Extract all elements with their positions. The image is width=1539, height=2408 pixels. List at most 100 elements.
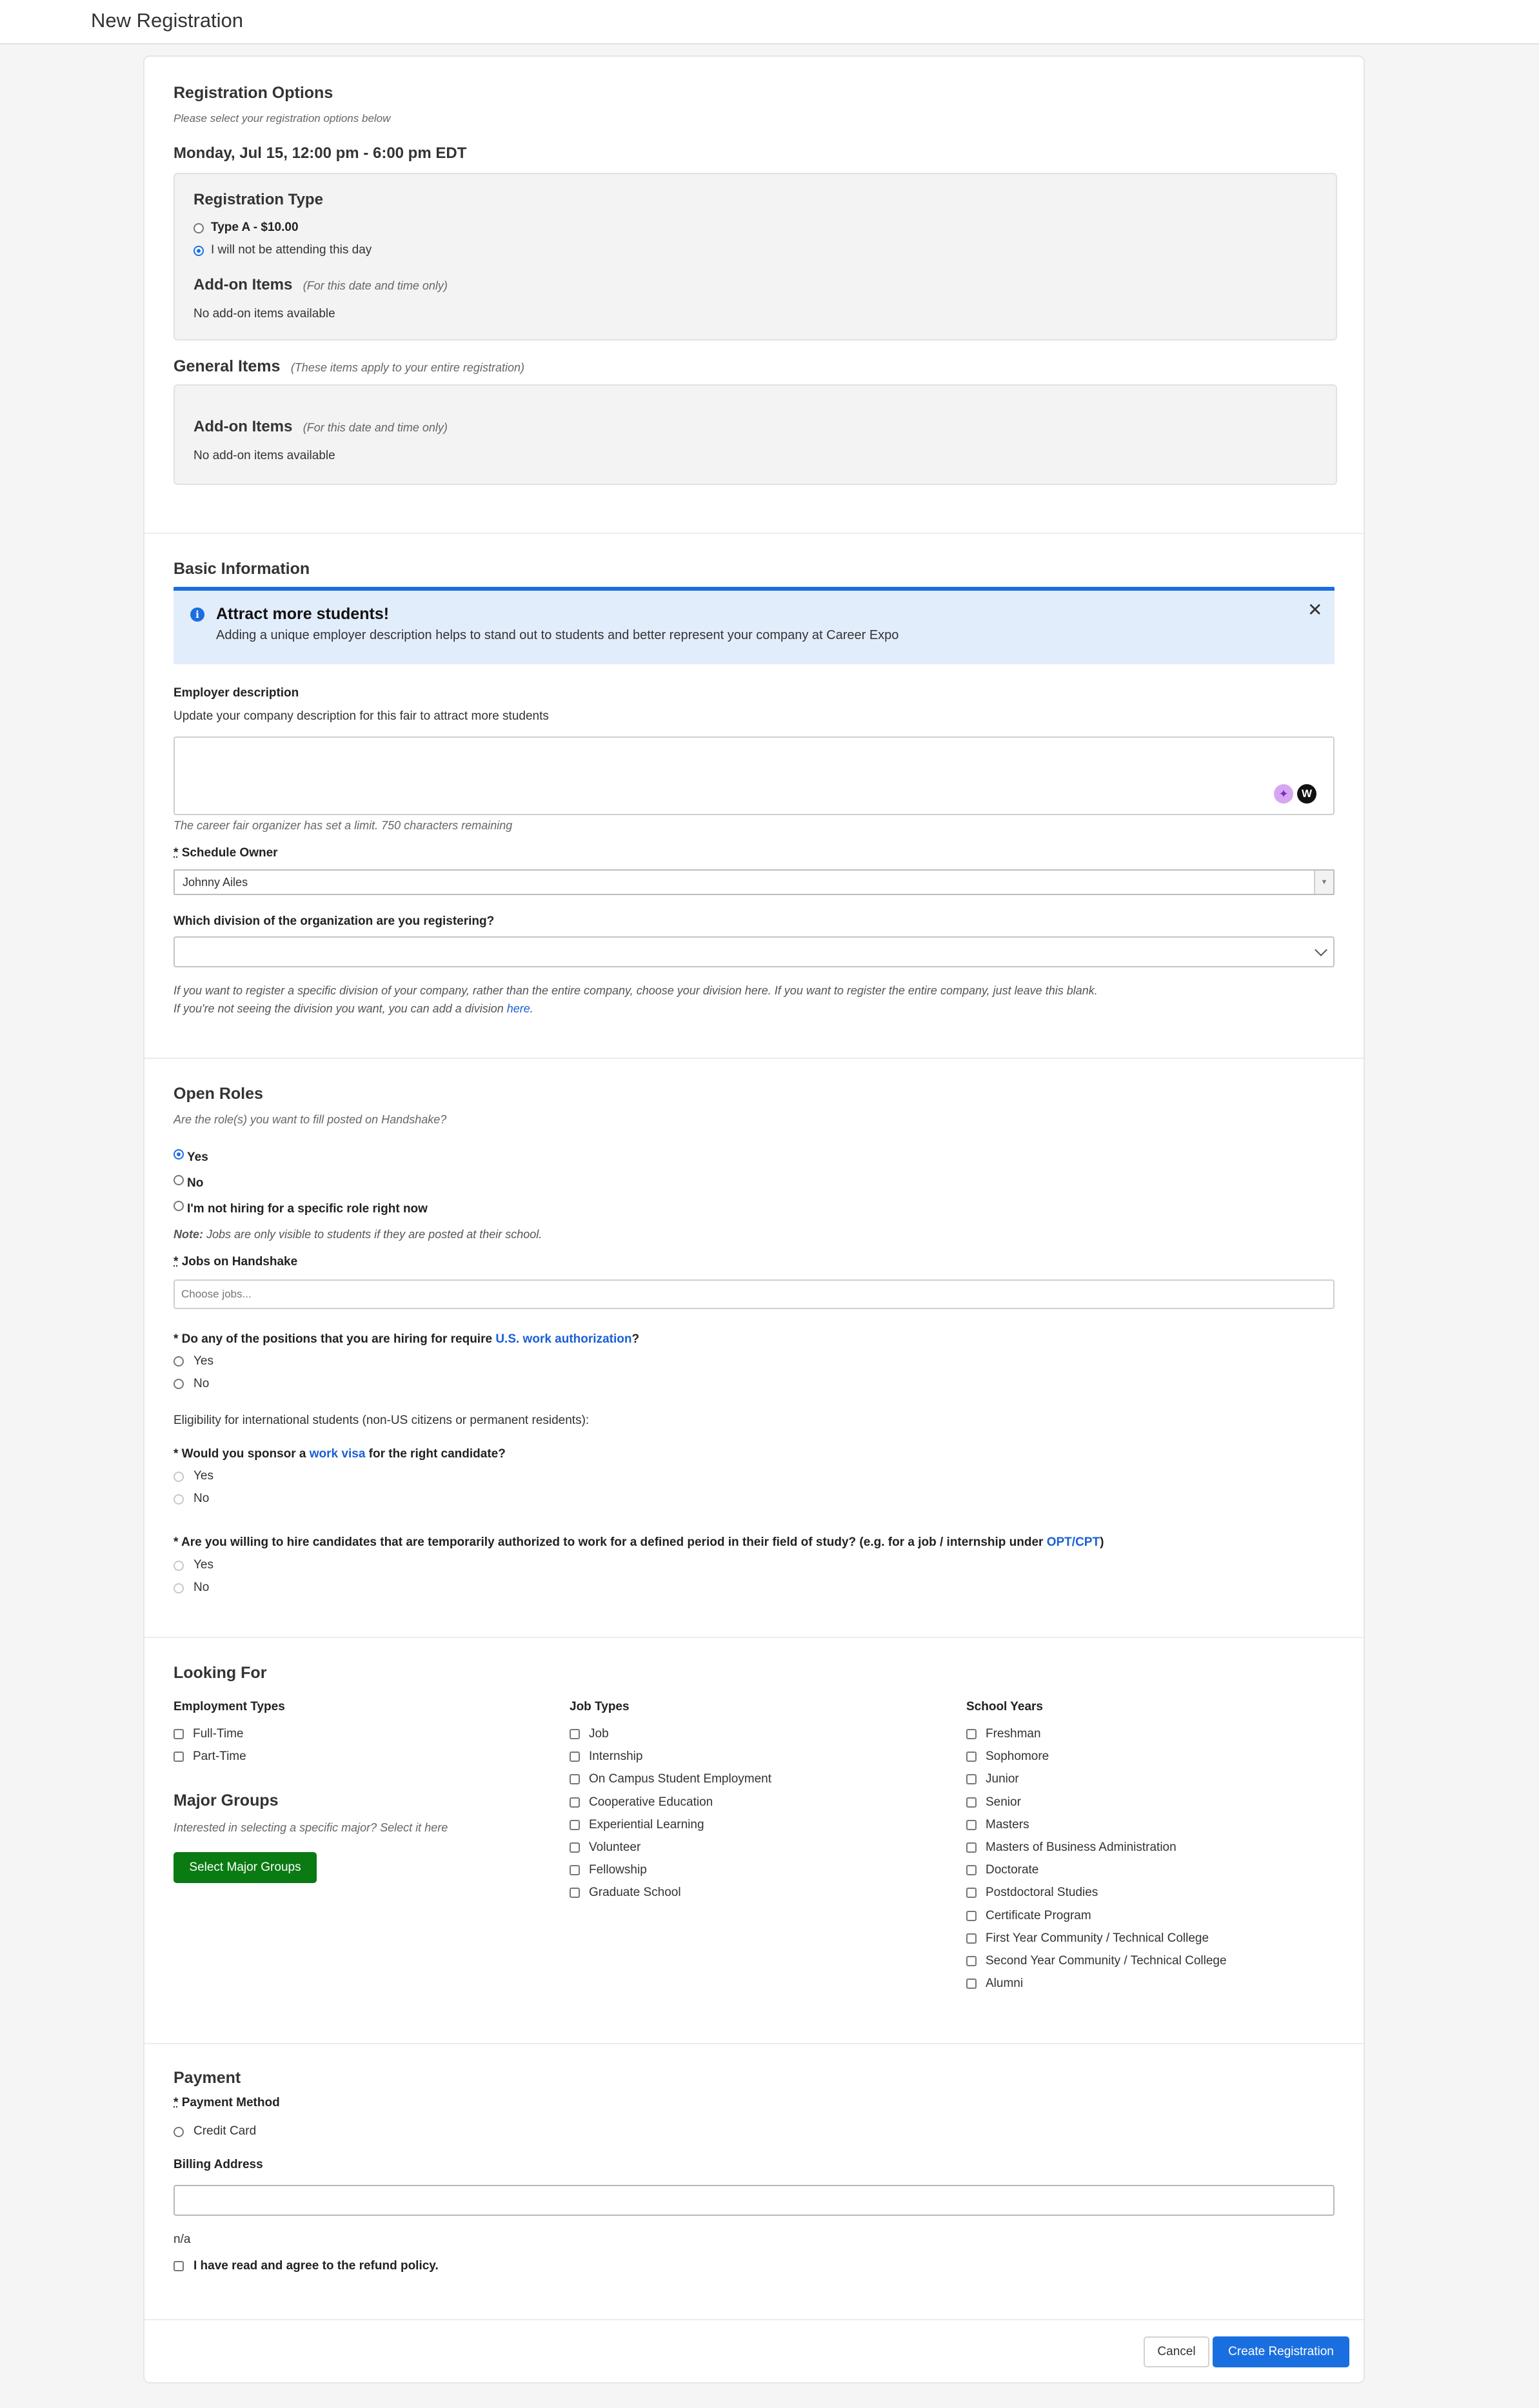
roles-no-radio[interactable] [174,1175,184,1185]
looking-for-title: Looking For [174,1664,267,1682]
credit-card-radio[interactable] [174,2127,184,2137]
school-year-checkbox[interactable] [966,1979,977,1989]
work-auth-no-label[interactable]: No [194,1377,209,1391]
school-year-label[interactable]: Freshman [986,1727,1041,1741]
opt-no-radio[interactable] [174,1583,184,1594]
work-visa-link[interactable]: work visa [310,1447,366,1461]
employment-types-title: Employment Types [174,1700,285,1713]
division-help-2: If you're not seeing the division you wa… [174,1002,533,1016]
ai-sparkle-icon[interactable]: ✦ [1274,784,1293,804]
job-type-checkbox[interactable] [570,1842,580,1853]
visa-no-radio[interactable] [174,1494,184,1505]
billing-address-input[interactable] [174,2185,1335,2216]
add-division-link[interactable]: here [507,1002,530,1015]
general-items-note: (These items apply to your entire regist… [290,361,524,374]
work-auth-link[interactable]: U.S. work authorization [495,1332,631,1346]
job-type-checkbox[interactable] [570,1752,580,1762]
school-year-checkbox[interactable] [966,1865,977,1876]
school-year-checkbox[interactable] [966,1910,977,1921]
visa-question: * Would you sponsor a work visa for the … [174,1447,506,1461]
visa-no-label[interactable]: No [194,1492,209,1506]
roles-not-hiring-label[interactable]: I'm not hiring for a specific role right… [187,1202,428,1216]
job-type-label[interactable]: Fellowship [589,1863,647,1877]
job-type-label[interactable]: Internship [589,1750,642,1764]
school-year-label[interactable]: Postdoctoral Studies [986,1886,1098,1900]
writing-assistant-icon[interactable]: W [1297,784,1316,804]
opt-no-label[interactable]: No [194,1581,209,1595]
roles-no-label[interactable]: No [187,1176,203,1190]
work-auth-yes-radio[interactable] [174,1356,184,1367]
school-year-label[interactable]: Sophomore [986,1750,1049,1764]
school-year-checkbox[interactable] [966,1774,977,1785]
school-year-checkbox[interactable] [966,1752,977,1762]
job-types-title: Job Types [570,1700,630,1713]
employment-type-checkbox[interactable] [174,1752,184,1762]
school-year-label[interactable]: Second Year Community / Technical Colleg… [986,1954,1227,1968]
registration-type-a-label[interactable]: Type A - $10.00 [211,221,299,235]
job-type-checkbox[interactable] [570,1865,580,1876]
opt-suffix: ) [1100,1535,1104,1549]
roles-yes-label[interactable]: Yes [187,1150,208,1165]
not-attending-label[interactable]: I will not be attending this day [211,243,372,257]
school-year-label[interactable]: Masters of Business Administration [986,1841,1177,1855]
registration-type-a-radio[interactable] [194,223,204,233]
registration-type-box: Registration Type Type A - $10.00 I will… [174,173,1337,340]
opt-yes-label[interactable]: Yes [194,1558,213,1572]
roles-yes-radio[interactable] [174,1149,184,1160]
job-type-checkbox[interactable] [570,1888,580,1899]
division-help-1: If you want to register a specific divis… [174,984,1098,997]
roles-not-hiring-radio[interactable] [174,1201,184,1211]
job-type-checkbox[interactable] [570,1819,580,1830]
school-year-checkbox[interactable] [966,1888,977,1899]
school-year-label[interactable]: Alumni [986,1977,1023,1991]
not-attending-radio[interactable] [194,246,204,256]
job-type-label[interactable]: On Campus Student Employment [589,1772,771,1786]
job-type-checkbox[interactable] [570,1797,580,1808]
opt-yes-radio[interactable] [174,1561,184,1571]
job-type-checkbox[interactable] [570,1774,580,1785]
opt-cpt-link[interactable]: OPT/CPT [1047,1535,1100,1549]
employment-type-checkbox[interactable] [174,1729,184,1739]
work-auth-no-radio[interactable] [174,1379,184,1389]
school-year-label[interactable]: Junior [986,1772,1019,1786]
division-select[interactable] [174,936,1335,967]
job-type-label[interactable]: Job [589,1727,609,1741]
job-type-label[interactable]: Cooperative Education [589,1795,713,1810]
school-year-label[interactable]: Certificate Program [986,1909,1091,1923]
school-year-checkbox[interactable] [966,1797,977,1808]
school-year-label[interactable]: Senior [986,1795,1021,1810]
school-years-title: School Years [966,1700,1043,1713]
school-year-checkbox[interactable] [966,1933,977,1944]
visa-yes-radio[interactable] [174,1472,184,1482]
refund-policy-checkbox[interactable] [174,2261,184,2271]
cancel-button[interactable]: Cancel [1144,2336,1209,2367]
job-type-checkbox[interactable] [570,1729,580,1739]
school-year-checkbox[interactable] [966,1819,977,1830]
credit-card-label[interactable]: Credit Card [194,2124,256,2138]
work-auth-yes-label[interactable]: Yes [194,1354,213,1368]
visa-yes-label[interactable]: Yes [194,1469,213,1483]
select-major-groups-button[interactable]: Select Major Groups [174,1852,317,1883]
chevron-down-icon[interactable] [1315,943,1327,956]
refund-policy-label[interactable]: I have read and agree to the refund poli… [194,2259,439,2273]
employer-description-textarea[interactable]: ✦ W [174,736,1335,815]
schedule-owner-label-text: Schedule Owner [181,846,278,860]
employer-description-label: Employer description [174,686,299,700]
employment-type-label[interactable]: Full-Time [193,1727,243,1741]
schedule-owner-select[interactable]: Johnny Ailes ▼ [174,869,1335,895]
school-year-checkbox[interactable] [966,1729,977,1739]
employment-type-label[interactable]: Part-Time [193,1750,246,1764]
jobs-input[interactable] [174,1279,1335,1309]
school-year-label[interactable]: Masters [986,1818,1029,1832]
job-type-label[interactable]: Volunteer [589,1841,640,1855]
create-registration-button[interactable]: Create Registration [1213,2336,1349,2367]
close-icon[interactable]: ✕ [1307,601,1322,619]
chevron-down-icon[interactable]: ▼ [1314,871,1333,894]
job-type-label[interactable]: Experiential Learning [589,1818,704,1832]
job-type-label[interactable]: Graduate School [589,1886,681,1900]
visa-prefix: * Would you sponsor a [174,1447,310,1461]
school-year-checkbox[interactable] [966,1842,977,1853]
school-year-label[interactable]: Doctorate [986,1863,1038,1877]
school-year-label[interactable]: First Year Community / Technical College [986,1931,1209,1946]
school-year-checkbox[interactable] [966,1956,977,1966]
